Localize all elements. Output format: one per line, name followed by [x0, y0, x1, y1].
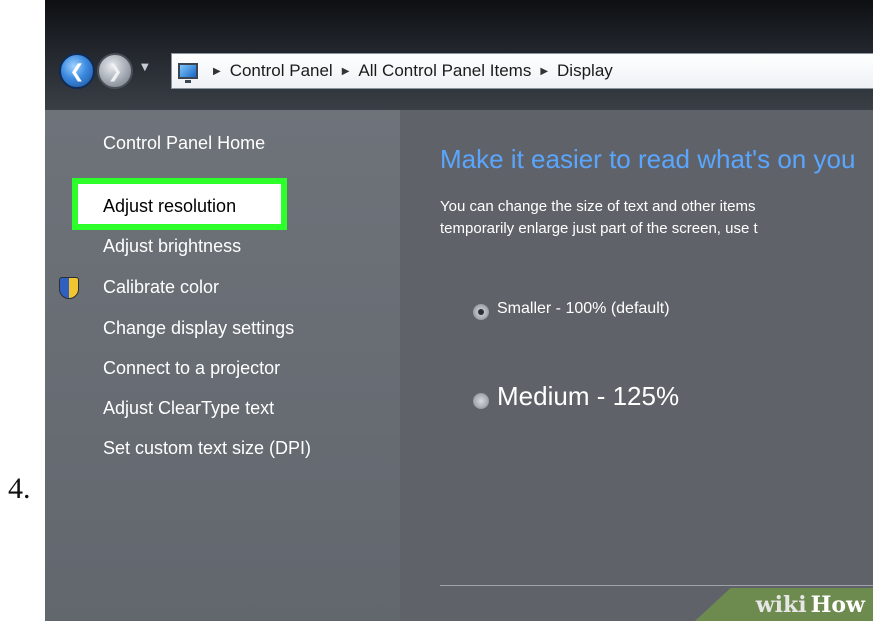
- title-bar: ❮ ❯ ▼ ▶ Control Panel ▶ All Control Pane…: [45, 0, 873, 110]
- sidebar-item-connect-projector[interactable]: Connect to a projector: [103, 358, 280, 379]
- breadcrumb-separator-icon[interactable]: ▶: [540, 66, 548, 77]
- shield-icon: [59, 277, 79, 299]
- sidebar-item-custom-text-size[interactable]: Set custom text size (DPI): [103, 438, 311, 459]
- control-panel-window: ❮ ❯ ▼ ▶ Control Panel ▶ All Control Pane…: [45, 0, 873, 621]
- breadcrumb-separator-icon[interactable]: ▶: [342, 66, 350, 77]
- address-bar[interactable]: ▶ Control Panel ▶ All Control Panel Item…: [171, 53, 873, 89]
- sidebar-item-adjust-brightness[interactable]: Adjust brightness: [103, 236, 241, 257]
- option-medium-label[interactable]: Medium - 125%: [497, 381, 679, 412]
- display-icon: [178, 63, 198, 83]
- description-line: temporarily enlarge just part of the scr…: [440, 220, 758, 237]
- breadcrumb-separator-icon[interactable]: ▶: [213, 66, 221, 77]
- forward-button[interactable]: ❯: [97, 53, 133, 89]
- history-dropdown-icon[interactable]: ▼: [141, 62, 149, 73]
- divider: [440, 585, 873, 586]
- sidebar-item-adjust-cleartype[interactable]: Adjust ClearType text: [103, 398, 274, 419]
- forward-arrow-icon: ❯: [107, 60, 123, 82]
- watermark-how: How: [810, 591, 865, 618]
- sidebar-item-calibrate-color[interactable]: Calibrate color: [103, 277, 219, 298]
- breadcrumb-display[interactable]: Display: [557, 61, 613, 81]
- back-arrow-icon: ❮: [69, 60, 85, 82]
- breadcrumb-all-items[interactable]: All Control Panel Items: [358, 61, 531, 81]
- page-heading: Make it easier to read what's on you: [440, 144, 856, 174]
- watermark-wiki: wiki: [755, 591, 807, 618]
- step-number: 4.: [8, 472, 31, 505]
- page-description: You can change the size of text and othe…: [440, 196, 758, 240]
- breadcrumb-control-panel[interactable]: Control Panel: [230, 61, 333, 81]
- sidebar-item-adjust-resolution[interactable]: Adjust resolution: [103, 196, 236, 217]
- radio-medium[interactable]: [473, 393, 489, 409]
- description-line: You can change the size of text and othe…: [440, 198, 756, 215]
- option-smaller-label[interactable]: Smaller - 100% (default): [497, 300, 670, 318]
- radio-smaller[interactable]: [473, 304, 489, 320]
- sidebar-item-change-display-settings[interactable]: Change display settings: [103, 318, 294, 339]
- main-content: [400, 110, 873, 621]
- sidebar-item-control-panel-home[interactable]: Control Panel Home: [103, 133, 265, 154]
- back-button[interactable]: ❮: [59, 53, 95, 89]
